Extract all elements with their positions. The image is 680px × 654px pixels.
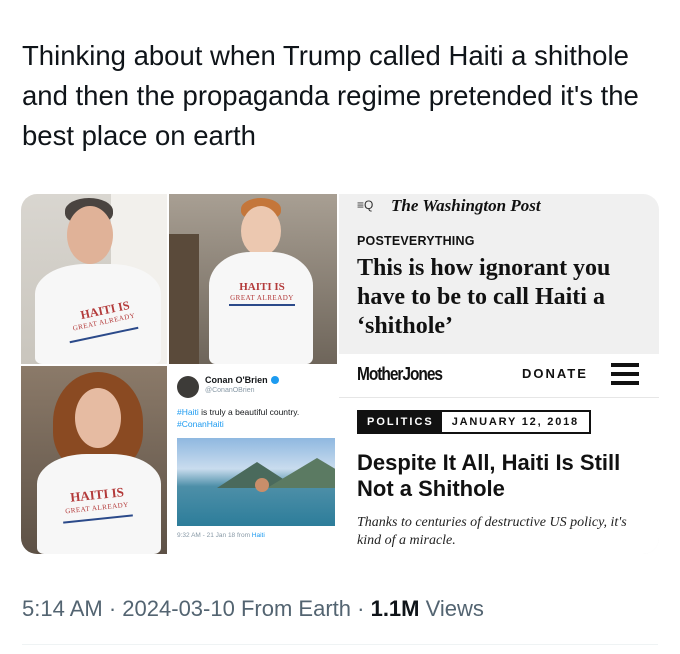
- menu-search-icon[interactable]: ≡Q: [357, 198, 373, 212]
- shirt-stripe: [229, 304, 295, 306]
- guitar-area: [169, 234, 199, 364]
- embedded-tweet-meta: 9:32 AM - 21 Jan 18 from Haiti: [177, 532, 265, 539]
- shirt: [209, 252, 313, 364]
- divider: [22, 644, 658, 645]
- wapo-logo: The Washington Post: [391, 196, 541, 215]
- donate-button[interactable]: DONATE: [522, 366, 588, 381]
- tweet-meta: 5:14 AM · 2024-03-10 From Earth · 1.1M V…: [22, 596, 484, 621]
- verified-icon: [270, 376, 279, 384]
- motherjones-logo: MotherJones: [357, 364, 443, 384]
- tweet-date[interactable]: 2024-03-10: [122, 596, 235, 621]
- article-date: JANUARY 12, 2018: [451, 416, 579, 428]
- face: [75, 388, 121, 448]
- views-label: Views: [425, 596, 484, 621]
- embedded-tweet-photo[interactable]: [177, 438, 335, 526]
- motherjones-article[interactable]: MotherJones DONATE POLITICS JANUARY 12, …: [339, 354, 659, 554]
- photo-woman-haiti-shirt[interactable]: HAITI IS GREAT ALREADY: [21, 366, 167, 554]
- motherjones-headline: Despite It All, Haiti Is Still Not a Shi…: [357, 450, 621, 501]
- photo-conan-haiti-shirt[interactable]: HAITI IS GREAT ALREADY: [169, 194, 337, 364]
- wapo-section: POSTEVERYTHING: [357, 234, 475, 248]
- politics-tag[interactable]: POLITICS: [359, 412, 442, 432]
- tweet-source: From Earth: [240, 596, 351, 621]
- hashtag-link[interactable]: #Haiti: [177, 407, 199, 417]
- embedded-tweet-handle: @ConanOBrien: [205, 387, 255, 394]
- embedded-tweet-text: #Haiti is truly a beautiful country. #Co…: [177, 407, 300, 429]
- tweet-text: Thinking about when Trump called Haiti a…: [22, 40, 639, 151]
- hashtag-link[interactable]: #ConanHaiti: [177, 419, 224, 429]
- avatar: [177, 376, 199, 398]
- face: [67, 206, 113, 264]
- face: [241, 206, 281, 256]
- embedded-tweet-name: Conan O'Brien: [205, 375, 279, 385]
- wapo-headline: This is how ignorant you have to be to c…: [357, 255, 611, 339]
- tweet-media[interactable]: HAITI IS GREAT ALREADY HAITI IS GREAT AL…: [21, 194, 659, 554]
- motherjones-dek: Thanks to centuries of destructive US po…: [357, 515, 627, 548]
- article-tag-box: POLITICS JANUARY 12, 2018: [357, 410, 591, 434]
- embedded-tweet-card[interactable]: Conan O'Brien @ConanOBrien #Haiti is tru…: [169, 366, 337, 554]
- photo-man-haiti-shirt[interactable]: HAITI IS GREAT ALREADY: [21, 194, 167, 364]
- views-count: 1.1M: [370, 596, 420, 621]
- motherjones-header: MotherJones DONATE: [339, 354, 659, 398]
- shirt-text-line1: HAITI IS: [239, 281, 285, 293]
- tweet-time[interactable]: 5:14 AM: [22, 596, 103, 621]
- mountain: [267, 458, 335, 488]
- swimmer: [255, 478, 269, 492]
- shirt-text-line2: GREAT ALREADY: [230, 294, 294, 302]
- hamburger-menu-icon[interactable]: [611, 363, 639, 385]
